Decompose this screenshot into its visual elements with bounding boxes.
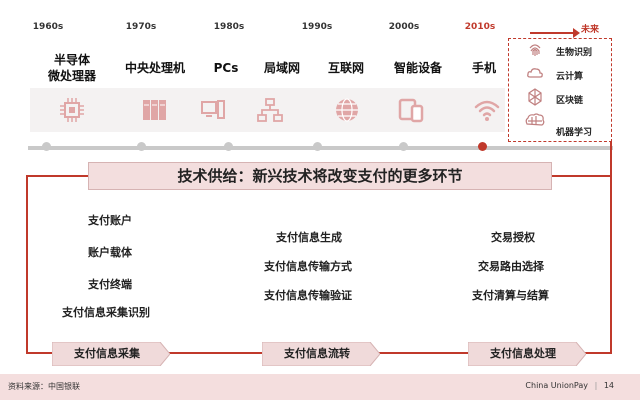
globe-icon xyxy=(336,98,358,122)
pc-icon xyxy=(201,100,225,119)
stage-label-processing: 支付信息处理 xyxy=(490,347,556,360)
cloud-icon xyxy=(527,68,543,78)
timeline-dot xyxy=(399,142,408,151)
stage-label-collection: 支付信息采集 xyxy=(74,347,140,360)
footer-brand: China UnionPay | 14 xyxy=(525,381,614,390)
brand-name: China UnionPay xyxy=(525,381,589,390)
category-item: 账户载体 xyxy=(88,246,132,259)
tech-label-internet: 互联网 xyxy=(327,61,364,75)
page-number: 14 xyxy=(603,381,614,390)
category-item: 支付信息生成 xyxy=(276,231,342,244)
tech-label-microprocessor: 半导体 微处理器 xyxy=(32,52,112,84)
fingerprint-icon xyxy=(529,44,541,56)
frame-left xyxy=(26,175,28,353)
blockchain-icon xyxy=(528,88,542,106)
future-arrow-head xyxy=(573,28,580,38)
timeline-dot xyxy=(137,142,146,151)
tech-label-line: 半导体 xyxy=(53,53,90,67)
decade-label: 1960s xyxy=(32,22,64,32)
footer-separator: | xyxy=(594,381,598,390)
stage-label-transfer: 支付信息流转 xyxy=(284,347,350,360)
decade-label: 1980s xyxy=(213,22,245,32)
category-item: 支付信息采集识别 xyxy=(62,306,150,319)
server-icon xyxy=(143,100,166,120)
supply-banner: 技术供给：新兴技术将改变支付的更多环节 xyxy=(88,162,552,190)
network-icon xyxy=(257,98,283,122)
category-item: 交易路由选择 xyxy=(478,260,544,273)
timeline-dot xyxy=(42,142,51,151)
frame-top-right xyxy=(552,175,612,177)
category-item: 支付信息传输方式 xyxy=(264,260,352,273)
category-item: 支付清算与结算 xyxy=(472,289,549,302)
chip-icon xyxy=(60,98,84,122)
future-item-biometrics: 生物识别 xyxy=(556,48,593,58)
timeline-dot xyxy=(313,142,322,151)
future-item-cloud: 云计算 xyxy=(556,72,584,82)
category-item: 支付账户 xyxy=(88,214,132,227)
decade-label: 2000s xyxy=(388,22,420,32)
frame-right xyxy=(610,142,612,353)
future-arrow xyxy=(530,32,575,34)
frame-top-left xyxy=(26,175,88,177)
decade-label: 1970s xyxy=(125,22,157,32)
future-item-ml: 机器学习 xyxy=(556,128,593,138)
category-item: 交易授权 xyxy=(491,231,535,244)
devices-icon xyxy=(398,98,424,123)
tech-label-mainframe: 中央处理机 xyxy=(124,61,185,75)
decade-label: 1990s xyxy=(301,22,333,32)
brain-icon xyxy=(525,113,545,126)
tech-label-line: 微处理器 xyxy=(47,69,96,83)
category-item: 支付信息传输验证 xyxy=(264,289,352,302)
category-item: 支付终端 xyxy=(88,278,132,291)
timeline-dot xyxy=(224,142,233,151)
source-note: 资料来源：中国银联 xyxy=(8,382,80,391)
timeline-dot-highlight xyxy=(478,142,487,151)
wifi-icon xyxy=(474,100,500,121)
future-item-blockchain: 区块链 xyxy=(556,96,584,106)
decade-label-highlight: 2010s xyxy=(464,22,496,32)
